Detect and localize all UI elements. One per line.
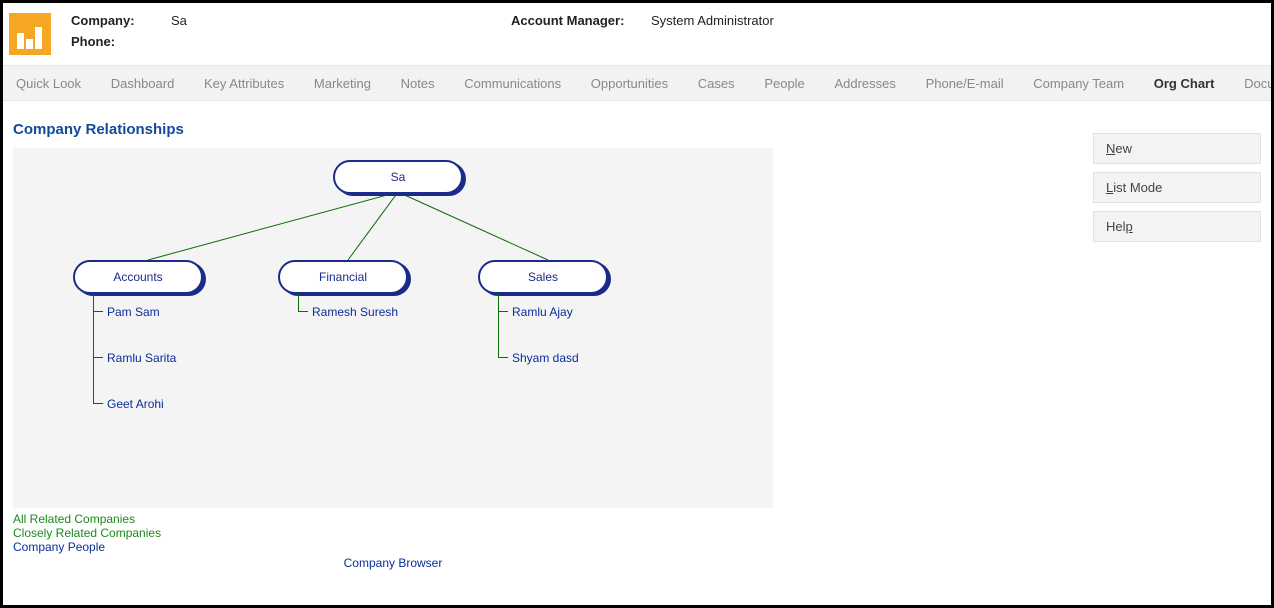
bottom-links: All Related Companies Closely Related Co… — [13, 508, 1271, 554]
company-label: Company: — [71, 13, 171, 28]
tab-cases[interactable]: Cases — [685, 76, 748, 91]
tab-communications[interactable]: Communications — [451, 76, 574, 91]
tab-people[interactable]: People — [751, 76, 817, 91]
link-closely-related[interactable]: Closely Related Companies — [13, 526, 1271, 540]
new-button[interactable]: New — [1093, 133, 1261, 164]
tab-org-chart[interactable]: Org Chart — [1141, 76, 1228, 91]
org-leaf[interactable]: Ramlu Sarita — [107, 351, 176, 365]
org-leaf[interactable]: Pam Sam — [107, 305, 160, 319]
org-leaf[interactable]: Geet Arohi — [107, 397, 164, 411]
org-node-sales[interactable]: Sales — [478, 260, 608, 294]
section-title: Company Relationships — [13, 121, 1271, 138]
account-manager-label: Account Manager: — [511, 13, 651, 28]
org-node-root[interactable]: Sa — [333, 160, 463, 194]
list-mode-button[interactable]: List Mode — [1093, 172, 1261, 203]
company-logo-icon — [9, 13, 51, 55]
org-node-accounts[interactable]: Accounts — [73, 260, 203, 294]
tab-quick-look[interactable]: Quick Look — [3, 76, 94, 91]
org-leaf[interactable]: Ramesh Suresh — [312, 305, 398, 319]
org-node-financial[interactable]: Financial — [278, 260, 408, 294]
account-manager-value: System Administrator — [651, 13, 774, 28]
tab-notes[interactable]: Notes — [388, 76, 448, 91]
tab-marketing[interactable]: Marketing — [301, 76, 384, 91]
org-chart-pane: Sa Accounts Financial Sales Pam Sam Raml… — [13, 148, 773, 508]
tab-bar: Quick Look·Dashboard·Key Attributes·Mark… — [3, 65, 1271, 101]
tab-phone-e-mail[interactable]: Phone/E-mail — [913, 76, 1017, 91]
help-button[interactable]: Help — [1093, 211, 1261, 242]
link-all-related[interactable]: All Related Companies — [13, 512, 1271, 526]
org-leaf[interactable]: Shyam dasd — [512, 351, 579, 365]
link-company-people[interactable]: Company People — [13, 540, 1271, 554]
tab-key-attributes[interactable]: Key Attributes — [191, 76, 297, 91]
tab-company-team[interactable]: Company Team — [1020, 76, 1137, 91]
tab-opportunities[interactable]: Opportunities — [578, 76, 681, 91]
company-browser-label: Company Browser — [13, 556, 773, 570]
tab-documents[interactable]: Documents — [1231, 76, 1271, 91]
company-value: Sa — [171, 13, 187, 28]
phone-label: Phone: — [71, 34, 171, 49]
tab-dashboard[interactable]: Dashboard — [98, 76, 188, 91]
org-leaf[interactable]: Ramlu Ajay — [512, 305, 573, 319]
tab-addresses[interactable]: Addresses — [821, 76, 908, 91]
